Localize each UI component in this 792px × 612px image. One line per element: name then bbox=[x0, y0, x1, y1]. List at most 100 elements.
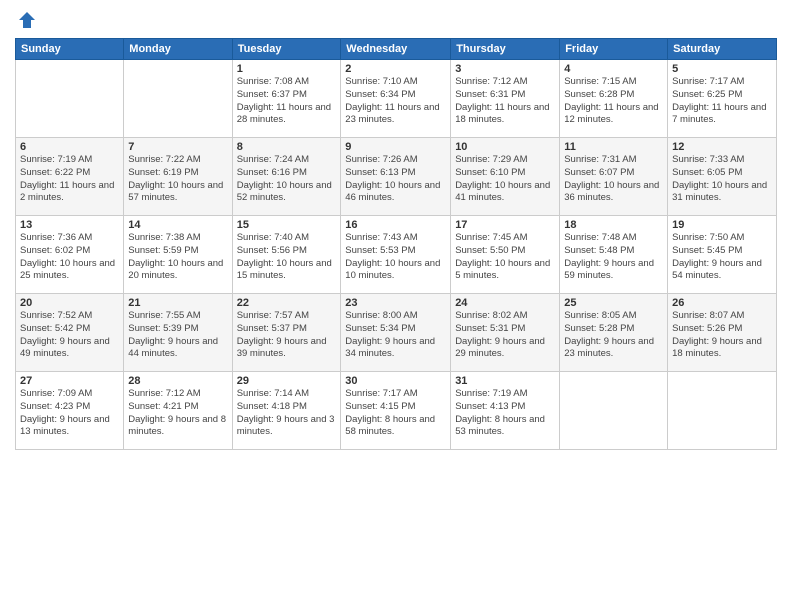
calendar-cell: 25Sunrise: 8:05 AM Sunset: 5:28 PM Dayli… bbox=[560, 294, 668, 372]
calendar-cell: 9Sunrise: 7:26 AM Sunset: 6:13 PM Daylig… bbox=[341, 138, 451, 216]
calendar-cell: 28Sunrise: 7:12 AM Sunset: 4:21 PM Dayli… bbox=[124, 372, 232, 450]
calendar-cell: 31Sunrise: 7:19 AM Sunset: 4:13 PM Dayli… bbox=[451, 372, 560, 450]
day-number: 27 bbox=[20, 375, 119, 387]
day-info: Sunrise: 7:45 AM Sunset: 5:50 PM Dayligh… bbox=[455, 232, 555, 283]
calendar-cell: 11Sunrise: 7:31 AM Sunset: 6:07 PM Dayli… bbox=[560, 138, 668, 216]
day-info: Sunrise: 7:17 AM Sunset: 4:15 PM Dayligh… bbox=[345, 388, 446, 439]
day-info: Sunrise: 7:24 AM Sunset: 6:16 PM Dayligh… bbox=[237, 154, 337, 205]
day-info: Sunrise: 7:15 AM Sunset: 6:28 PM Dayligh… bbox=[564, 76, 663, 127]
calendar-cell: 17Sunrise: 7:45 AM Sunset: 5:50 PM Dayli… bbox=[451, 216, 560, 294]
day-info: Sunrise: 7:43 AM Sunset: 5:53 PM Dayligh… bbox=[345, 232, 446, 283]
week-row-3: 13Sunrise: 7:36 AM Sunset: 6:02 PM Dayli… bbox=[16, 216, 777, 294]
calendar-cell: 24Sunrise: 8:02 AM Sunset: 5:31 PM Dayli… bbox=[451, 294, 560, 372]
calendar-cell: 22Sunrise: 7:57 AM Sunset: 5:37 PM Dayli… bbox=[232, 294, 341, 372]
calendar-cell: 18Sunrise: 7:48 AM Sunset: 5:48 PM Dayli… bbox=[560, 216, 668, 294]
calendar-cell: 12Sunrise: 7:33 AM Sunset: 6:05 PM Dayli… bbox=[668, 138, 777, 216]
calendar-cell: 15Sunrise: 7:40 AM Sunset: 5:56 PM Dayli… bbox=[232, 216, 341, 294]
day-info: Sunrise: 8:07 AM Sunset: 5:26 PM Dayligh… bbox=[672, 310, 772, 361]
day-info: Sunrise: 7:52 AM Sunset: 5:42 PM Dayligh… bbox=[20, 310, 119, 361]
week-row-1: 1Sunrise: 7:08 AM Sunset: 6:37 PM Daylig… bbox=[16, 60, 777, 138]
calendar-cell: 13Sunrise: 7:36 AM Sunset: 6:02 PM Dayli… bbox=[16, 216, 124, 294]
calendar-cell: 8Sunrise: 7:24 AM Sunset: 6:16 PM Daylig… bbox=[232, 138, 341, 216]
day-number: 13 bbox=[20, 219, 119, 231]
day-number: 10 bbox=[455, 141, 555, 153]
week-row-2: 6Sunrise: 7:19 AM Sunset: 6:22 PM Daylig… bbox=[16, 138, 777, 216]
day-number: 15 bbox=[237, 219, 337, 231]
day-info: Sunrise: 7:26 AM Sunset: 6:13 PM Dayligh… bbox=[345, 154, 446, 205]
day-number: 11 bbox=[564, 141, 663, 153]
day-info: Sunrise: 7:48 AM Sunset: 5:48 PM Dayligh… bbox=[564, 232, 663, 283]
calendar-cell: 27Sunrise: 7:09 AM Sunset: 4:23 PM Dayli… bbox=[16, 372, 124, 450]
calendar-cell: 29Sunrise: 7:14 AM Sunset: 4:18 PM Dayli… bbox=[232, 372, 341, 450]
day-info: Sunrise: 7:31 AM Sunset: 6:07 PM Dayligh… bbox=[564, 154, 663, 205]
col-header-saturday: Saturday bbox=[668, 39, 777, 60]
day-info: Sunrise: 7:40 AM Sunset: 5:56 PM Dayligh… bbox=[237, 232, 337, 283]
day-number: 29 bbox=[237, 375, 337, 387]
calendar-cell: 16Sunrise: 7:43 AM Sunset: 5:53 PM Dayli… bbox=[341, 216, 451, 294]
day-number: 20 bbox=[20, 297, 119, 309]
day-number: 9 bbox=[345, 141, 446, 153]
day-number: 21 bbox=[128, 297, 227, 309]
day-number: 17 bbox=[455, 219, 555, 231]
calendar-cell: 1Sunrise: 7:08 AM Sunset: 6:37 PM Daylig… bbox=[232, 60, 341, 138]
calendar-cell: 30Sunrise: 7:17 AM Sunset: 4:15 PM Dayli… bbox=[341, 372, 451, 450]
calendar-cell: 21Sunrise: 7:55 AM Sunset: 5:39 PM Dayli… bbox=[124, 294, 232, 372]
calendar-cell bbox=[124, 60, 232, 138]
day-number: 31 bbox=[455, 375, 555, 387]
calendar-cell: 19Sunrise: 7:50 AM Sunset: 5:45 PM Dayli… bbox=[668, 216, 777, 294]
day-info: Sunrise: 7:09 AM Sunset: 4:23 PM Dayligh… bbox=[20, 388, 119, 439]
day-number: 30 bbox=[345, 375, 446, 387]
day-info: Sunrise: 7:19 AM Sunset: 4:13 PM Dayligh… bbox=[455, 388, 555, 439]
day-number: 6 bbox=[20, 141, 119, 153]
calendar-cell: 14Sunrise: 7:38 AM Sunset: 5:59 PM Dayli… bbox=[124, 216, 232, 294]
day-info: Sunrise: 7:55 AM Sunset: 5:39 PM Dayligh… bbox=[128, 310, 227, 361]
day-number: 1 bbox=[237, 63, 337, 75]
logo-icon bbox=[17, 10, 37, 30]
day-info: Sunrise: 7:36 AM Sunset: 6:02 PM Dayligh… bbox=[20, 232, 119, 283]
day-info: Sunrise: 8:00 AM Sunset: 5:34 PM Dayligh… bbox=[345, 310, 446, 361]
day-number: 22 bbox=[237, 297, 337, 309]
header bbox=[15, 10, 777, 30]
day-info: Sunrise: 7:29 AM Sunset: 6:10 PM Dayligh… bbox=[455, 154, 555, 205]
day-number: 16 bbox=[345, 219, 446, 231]
calendar-cell: 26Sunrise: 8:07 AM Sunset: 5:26 PM Dayli… bbox=[668, 294, 777, 372]
calendar-cell: 2Sunrise: 7:10 AM Sunset: 6:34 PM Daylig… bbox=[341, 60, 451, 138]
calendar-cell: 7Sunrise: 7:22 AM Sunset: 6:19 PM Daylig… bbox=[124, 138, 232, 216]
day-info: Sunrise: 7:12 AM Sunset: 6:31 PM Dayligh… bbox=[455, 76, 555, 127]
day-number: 26 bbox=[672, 297, 772, 309]
week-row-4: 20Sunrise: 7:52 AM Sunset: 5:42 PM Dayli… bbox=[16, 294, 777, 372]
day-info: Sunrise: 7:38 AM Sunset: 5:59 PM Dayligh… bbox=[128, 232, 227, 283]
day-number: 25 bbox=[564, 297, 663, 309]
week-row-5: 27Sunrise: 7:09 AM Sunset: 4:23 PM Dayli… bbox=[16, 372, 777, 450]
calendar-cell: 10Sunrise: 7:29 AM Sunset: 6:10 PM Dayli… bbox=[451, 138, 560, 216]
day-number: 14 bbox=[128, 219, 227, 231]
calendar-cell bbox=[16, 60, 124, 138]
calendar-cell: 5Sunrise: 7:17 AM Sunset: 6:25 PM Daylig… bbox=[668, 60, 777, 138]
calendar-cell bbox=[668, 372, 777, 450]
day-number: 7 bbox=[128, 141, 227, 153]
calendar-cell: 3Sunrise: 7:12 AM Sunset: 6:31 PM Daylig… bbox=[451, 60, 560, 138]
calendar-cell: 23Sunrise: 8:00 AM Sunset: 5:34 PM Dayli… bbox=[341, 294, 451, 372]
day-number: 12 bbox=[672, 141, 772, 153]
calendar-cell: 20Sunrise: 7:52 AM Sunset: 5:42 PM Dayli… bbox=[16, 294, 124, 372]
day-info: Sunrise: 7:12 AM Sunset: 4:21 PM Dayligh… bbox=[128, 388, 227, 439]
day-number: 23 bbox=[345, 297, 446, 309]
calendar-cell: 6Sunrise: 7:19 AM Sunset: 6:22 PM Daylig… bbox=[16, 138, 124, 216]
day-info: Sunrise: 7:57 AM Sunset: 5:37 PM Dayligh… bbox=[237, 310, 337, 361]
day-number: 5 bbox=[672, 63, 772, 75]
page: SundayMondayTuesdayWednesdayThursdayFrid… bbox=[0, 0, 792, 612]
header-row: SundayMondayTuesdayWednesdayThursdayFrid… bbox=[16, 39, 777, 60]
day-info: Sunrise: 7:14 AM Sunset: 4:18 PM Dayligh… bbox=[237, 388, 337, 439]
col-header-tuesday: Tuesday bbox=[232, 39, 341, 60]
logo bbox=[15, 10, 37, 30]
calendar-cell: 4Sunrise: 7:15 AM Sunset: 6:28 PM Daylig… bbox=[560, 60, 668, 138]
day-number: 8 bbox=[237, 141, 337, 153]
day-number: 24 bbox=[455, 297, 555, 309]
day-number: 18 bbox=[564, 219, 663, 231]
day-info: Sunrise: 7:33 AM Sunset: 6:05 PM Dayligh… bbox=[672, 154, 772, 205]
day-number: 28 bbox=[128, 375, 227, 387]
day-info: Sunrise: 7:50 AM Sunset: 5:45 PM Dayligh… bbox=[672, 232, 772, 283]
day-number: 19 bbox=[672, 219, 772, 231]
day-info: Sunrise: 8:05 AM Sunset: 5:28 PM Dayligh… bbox=[564, 310, 663, 361]
day-info: Sunrise: 7:19 AM Sunset: 6:22 PM Dayligh… bbox=[20, 154, 119, 205]
